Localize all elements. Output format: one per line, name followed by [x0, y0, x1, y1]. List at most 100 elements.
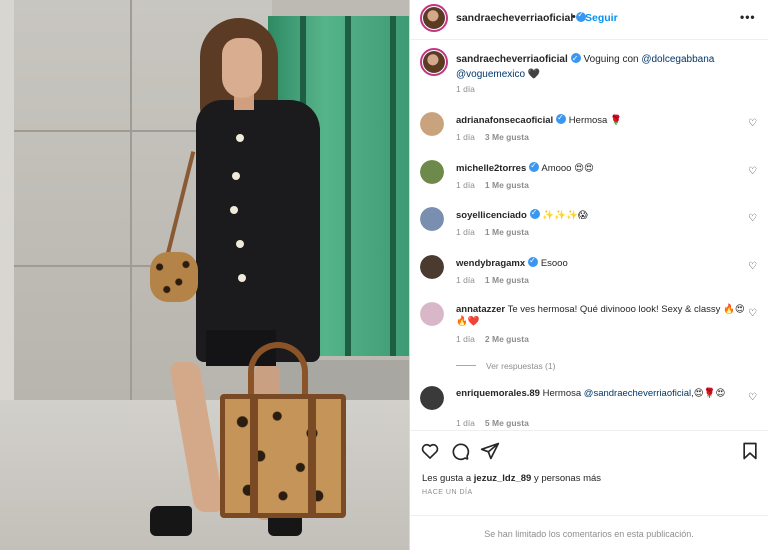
comment-meta: 1 día 3 Me gusta	[456, 132, 539, 142]
photo-glass-bar	[345, 16, 351, 356]
view-replies-button[interactable]: Ver respuestas (1)	[456, 361, 555, 371]
bookmark-icon[interactable]	[740, 441, 760, 461]
comment-text: Hermosa	[542, 388, 584, 399]
comment-icon[interactable]	[450, 441, 470, 461]
photo-coat-button	[236, 134, 244, 142]
comment-body: michelle2torres Amooo 😍😍	[456, 160, 746, 175]
caption-emoji: 🖤	[527, 69, 541, 80]
comment-like-heart-icon[interactable]: ♡	[748, 261, 757, 272]
commenter-username[interactable]: annatazzer	[456, 304, 505, 315]
commenter-username[interactable]: wendybragamx	[456, 258, 525, 269]
post-side-panel: sandraecheverriaoficial • Seguir ••• san…	[410, 0, 768, 550]
commenter-avatar[interactable]	[420, 160, 444, 184]
comment-meta: 1 día 2 Me gusta	[456, 334, 539, 344]
comment-time[interactable]: 1 día	[456, 227, 475, 237]
comment-item: soyellicenciado ✨✨✨😱 1 día 1 Me gusta ♡	[410, 207, 768, 251]
commenter-username[interactable]: michelle2torres	[456, 163, 526, 174]
comments-limited-notice: Se han limitado los comentarios en esta …	[410, 515, 768, 550]
comment-item: adrianafonsecaoficial Hermosa 🌹 1 día 3 M…	[410, 112, 768, 156]
post-actions-bar: Les gusta a jezuz_ldz_89 y personas más …	[410, 430, 768, 550]
photo-glass-bar	[390, 16, 396, 356]
verified-badge-icon	[570, 51, 581, 66]
share-icon[interactable]	[480, 441, 500, 461]
photo-face	[222, 38, 262, 98]
verified-badge-icon	[556, 112, 567, 124]
caption-mention[interactable]: @dolcegabbana	[641, 54, 714, 65]
verified-badge-icon	[529, 207, 540, 219]
comment-like-heart-icon[interactable]: ♡	[748, 118, 757, 129]
comment-likes[interactable]: 1 Me gusta	[485, 180, 529, 190]
photo-black-coat	[196, 100, 320, 362]
commenter-avatar[interactable]	[420, 207, 444, 231]
comment-meta: 1 día 5 Me gusta	[456, 418, 539, 428]
comment-body: wendybragamx Esooo	[456, 255, 746, 270]
comment-likes[interactable]: 3 Me gusta	[485, 132, 529, 142]
photo-coat-button	[232, 172, 240, 180]
comment-item: michelle2torres Amooo 😍😍 1 día 1 Me gusta…	[410, 160, 768, 204]
caption-username[interactable]: sandraecheverriaoficial	[456, 54, 568, 65]
commenter-username[interactable]: adrianafonsecaoficial	[456, 115, 553, 126]
comment-like-heart-icon[interactable]: ♡	[748, 308, 757, 319]
comment-time[interactable]: 1 día	[456, 275, 475, 285]
comment-body: soyellicenciado ✨✨✨😱	[456, 207, 746, 222]
likes-summary[interactable]: Les gusta a jezuz_ldz_89 y personas más	[422, 473, 601, 484]
caption-mention[interactable]: @voguemexico	[456, 69, 525, 80]
comment-body: annatazzer Te ves hermosa! Qué divinooo …	[456, 304, 746, 328]
comment-text: Hermosa 🌹	[568, 115, 622, 126]
comment-like-heart-icon[interactable]: ♡	[748, 392, 757, 403]
commenter-avatar[interactable]	[420, 255, 444, 279]
photo-coat-button	[236, 240, 244, 248]
comment-time[interactable]: 1 día	[456, 180, 475, 190]
comment-item: enriquemorales.89 Hermosa @sandraechever…	[410, 386, 768, 430]
caption-text: Voguing con	[583, 54, 642, 65]
comment-text: ,😍🌹😍	[691, 388, 726, 399]
verified-badge-icon	[529, 160, 540, 172]
comment-meta: 1 día 1 Me gusta	[456, 275, 539, 285]
more-options-icon[interactable]: •••	[740, 10, 756, 24]
comment-text: Amooo 😍😍	[541, 163, 594, 174]
comment-body: adrianafonsecaoficial Hermosa 🌹	[456, 112, 746, 127]
post-timestamp[interactable]: HACE UN DÍA	[422, 489, 473, 496]
instagram-post-modal: sandraecheverriaoficial • Seguir ••• san…	[0, 0, 768, 550]
header-separator: •	[572, 11, 576, 23]
photo-coat-button	[230, 206, 238, 214]
comment-mention[interactable]: @sandraecheverriaoficial	[584, 388, 691, 399]
comment-time[interactable]: 1 día	[456, 132, 475, 142]
comment-likes[interactable]: 2 Me gusta	[485, 334, 529, 344]
commenter-avatar[interactable]	[420, 302, 444, 326]
commenter-username[interactable]: enriquemorales.89	[456, 388, 540, 399]
author-username[interactable]: sandraecheverriaoficial	[456, 10, 587, 24]
comment-time[interactable]: 1 día	[456, 334, 475, 344]
commenter-avatar[interactable]	[420, 386, 444, 410]
author-avatar[interactable]	[420, 4, 448, 32]
photo-tote-stripe	[250, 394, 258, 518]
comment-meta: 1 día 1 Me gusta	[456, 227, 539, 237]
commenter-avatar[interactable]	[420, 112, 444, 136]
follow-button[interactable]: Seguir	[585, 12, 618, 24]
comment-text: ✨✨✨😱	[542, 210, 588, 221]
photo-boot	[150, 506, 192, 536]
comment-likes[interactable]: 1 Me gusta	[485, 275, 529, 285]
comment-item: annatazzer Te ves hermosa! Qué divinooo …	[410, 302, 768, 346]
verified-badge-icon	[528, 255, 539, 267]
likes-user[interactable]: jezuz_ldz_89	[474, 473, 532, 484]
comment-time[interactable]: 1 día	[456, 418, 475, 428]
comment-like-heart-icon[interactable]: ♡	[748, 166, 757, 177]
commenter-username[interactable]: soyellicenciado	[456, 210, 527, 221]
comment-likes[interactable]: 5 Me gusta	[485, 418, 529, 428]
post-photo[interactable]	[0, 0, 410, 550]
heart-icon[interactable]	[420, 441, 440, 461]
photo-leopard-shoulder-bag	[150, 252, 198, 302]
post-header: sandraecheverriaoficial • Seguir •••	[410, 0, 768, 40]
comment-text: Esooo	[540, 258, 568, 269]
post-caption: sandraecheverriaoficial Voguing con @dol…	[456, 51, 756, 82]
photo-tote-stripe	[308, 394, 316, 518]
comment-meta: 1 día 1 Me gusta	[456, 180, 539, 190]
comment-likes[interactable]: 1 Me gusta	[485, 227, 529, 237]
comment-body: enriquemorales.89 Hermosa @sandraechever…	[456, 388, 746, 400]
photo-wall-seam	[130, 0, 132, 400]
caption-author-avatar[interactable]	[420, 48, 448, 76]
comment-like-heart-icon[interactable]: ♡	[748, 213, 757, 224]
caption-timestamp[interactable]: 1 día	[456, 84, 475, 94]
photo-coat-button	[238, 274, 246, 282]
